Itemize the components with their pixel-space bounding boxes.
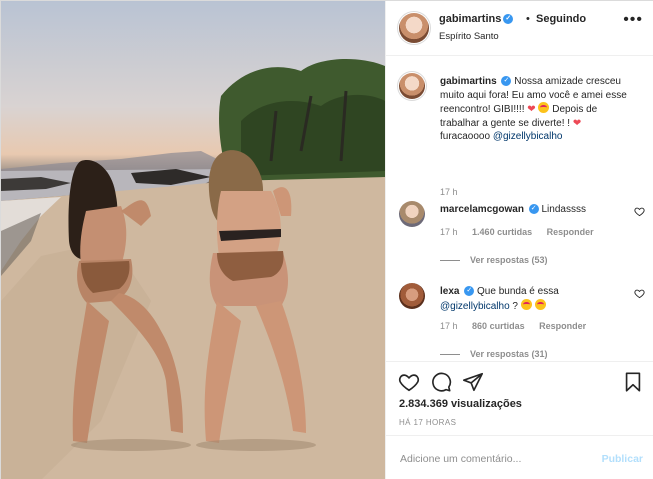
author-avatar[interactable] [399,13,429,43]
beach-scene [1,59,385,479]
comment-text: marcelamcgowan ✓ Lindassss [440,204,586,215]
commenter-avatar[interactable] [399,201,425,227]
heart-eyes-face-emoji-icon [520,298,532,310]
view-replies-button[interactable]: Ver respostas (53) [440,255,548,265]
following-button[interactable]: Seguindo [536,13,586,25]
mention-link[interactable]: @gizellybicalho [440,301,510,312]
red-heart-emoji-icon: ❤ [527,104,536,115]
author-username[interactable]: gabimartins ✓ [439,13,514,25]
commenter-username[interactable]: marcelamcgowan [440,204,524,215]
like-comment-heart-icon[interactable] [634,288,645,299]
verified-badge-icon: ✓ [503,14,514,25]
post-header: gabimartins ✓ • Seguindo Espírito Santo •… [386,1,653,56]
heart-eyes-face-emoji-icon [538,102,550,113]
post-location[interactable]: Espírito Santo [439,31,499,42]
share-paper-plane-icon[interactable] [462,371,484,393]
comment-input[interactable]: Adicione um comentário... [400,453,521,465]
caption-username[interactable]: gabimartins [440,76,497,87]
comment-bubble-icon[interactable] [430,371,452,393]
separator-dot: • [526,13,530,25]
post-video[interactable] [1,1,385,479]
commenter-avatar[interactable] [399,283,425,309]
caption-text: gabimartins ✓ Nossa amizade cresceu muit… [440,76,627,142]
red-heart-emoji-icon: ❤ [572,117,582,129]
comment-text: lexa ✓ Que bunda é essa @gizellybicalho … [440,286,559,312]
post-actions: 2.834.369 visualizações HÁ 17 HORAS Adic… [386,361,653,479]
replies-divider [440,260,460,262]
post-timestamp[interactable]: HÁ 17 HORAS [399,418,456,427]
add-comment-bar: Adicione um comentário... Publicar [386,435,653,479]
save-bookmark-icon[interactable] [622,371,644,393]
more-options-icon[interactable]: ••• [623,11,643,29]
publish-button[interactable]: Publicar [602,453,643,465]
like-heart-icon[interactable] [398,371,420,393]
comments-list[interactable]: gabimartins ✓ Nossa amizade cresceu muit… [386,57,653,361]
views-count[interactable]: 2.834.369 visualizações [399,398,522,410]
verified-badge-icon: ✓ [501,76,512,87]
commenter-username[interactable]: lexa [440,286,459,297]
post-side-panel: gabimartins ✓ • Seguindo Espírito Santo •… [385,1,653,479]
reply-button[interactable]: Responder [539,321,586,331]
mention-link[interactable]: @gizellybicalho [493,131,563,142]
verified-badge-icon: ✓ [528,204,539,215]
post-modal: gabimartins ✓ • Seguindo Espírito Santo •… [0,0,653,479]
comment-meta: 17 h 1.460 curtidas Responder [440,227,594,237]
view-replies-button[interactable]: Ver respostas (31) [440,349,548,359]
caption-meta: 17 h [440,187,458,197]
verified-badge-icon: ✓ [464,286,475,297]
caption-avatar[interactable] [399,73,425,99]
heart-eyes-face-emoji-icon [534,298,546,310]
comment-meta: 17 h 860 curtidas Responder [440,321,587,331]
like-comment-heart-icon[interactable] [634,206,645,217]
reply-button[interactable]: Responder [547,227,594,237]
replies-divider [440,354,460,356]
